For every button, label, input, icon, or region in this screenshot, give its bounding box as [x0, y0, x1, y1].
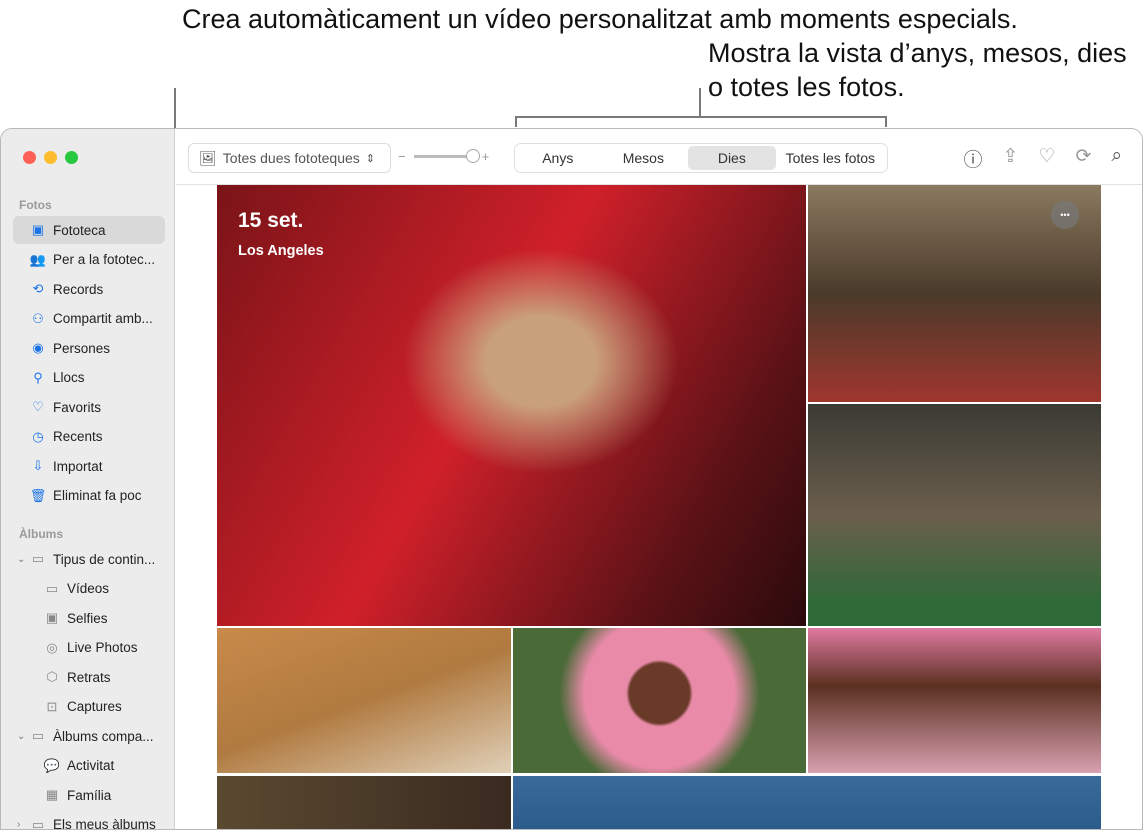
sidebar-item-favorits[interactable]: ♡ Favorits: [13, 393, 165, 421]
chevron-down-icon[interactable]: ⌄: [17, 554, 25, 565]
shared-icon: ⚇: [32, 310, 44, 326]
slider-knob[interactable]: [465, 149, 480, 163]
info-icon[interactable]: ⓘ: [963, 145, 982, 172]
callout-bracket: [885, 116, 887, 127]
minimize-button[interactable]: [44, 151, 57, 164]
photo[interactable]: [217, 628, 511, 773]
section-albums: Àlbums: [19, 527, 64, 541]
sidebar-album-selfies[interactable]: ▣ Selfies: [13, 604, 165, 632]
photo[interactable]: [513, 628, 806, 773]
library-select[interactable]: 🖼 Totes dues fototeques ⇕: [188, 143, 391, 173]
heart-icon: ♡: [32, 399, 44, 414]
sidebar-album-activitat[interactable]: 💬 Activitat: [13, 752, 165, 780]
photo-featured[interactable]: 15 set. Los Angeles: [217, 185, 806, 626]
selfie-icon: ▣: [45, 610, 59, 625]
activity-icon: 💬: [43, 757, 61, 773]
photo-library-icon: ▣: [31, 222, 45, 237]
screenshot-icon: ⊡: [46, 698, 58, 714]
cube-icon: ⬡: [46, 669, 58, 684]
map-pin-icon: ⚲: [33, 369, 43, 385]
person-icon: ◉: [32, 340, 44, 355]
rotate-icon[interactable]: ⟳: [1075, 145, 1091, 172]
sidebar-item-importat[interactable]: ⇩ Importat: [13, 452, 165, 480]
chevron-updown-icon: ⇕: [365, 152, 375, 165]
callout-view-tabs: Mostra la vista d’anys, mesos, dies o to…: [708, 38, 1127, 102]
day-date: 15 set.: [238, 209, 304, 232]
section-fotos: Fotos: [19, 198, 52, 212]
sidebar-album-captures[interactable]: ⊡ Captures: [13, 693, 165, 721]
toolbar: 🖼 Totes dues fototeques ⇕ − + Anys Mesos Di…: [176, 129, 1142, 185]
sidebar-album-els-meus-lbums[interactable]: › ▭ Els meus àlbums: [13, 811, 165, 830]
sidebar-item-eliminat-fa-poc[interactable]: 🗑 Eliminat fa poc: [13, 482, 165, 510]
chevron-right-icon[interactable]: ›: [17, 819, 20, 829]
live-photo-icon: ◎: [46, 639, 58, 655]
import-icon: ⇩: [32, 458, 44, 473]
photo-library-icon: 🖼: [199, 149, 217, 166]
photo[interactable]: •••: [808, 185, 1101, 402]
sidebar-item-records[interactable]: ⟲ Records: [13, 275, 165, 303]
callout-line: [699, 88, 701, 118]
view-tabs: Anys Mesos Dies Totes les fotos: [514, 143, 888, 173]
sidebar-item-fototeca[interactable]: ▣ Fototeca: [13, 216, 165, 244]
day-location: Los Angeles: [238, 243, 324, 259]
sidebar-album-fam-lia[interactable]: ▦ Família: [13, 781, 165, 809]
callout-bracket: [515, 116, 517, 127]
sidebar: Fotos ▣ Fototeca 👥 Per a la fototec... ⟲ Reco…: [1, 129, 175, 829]
folder-icon: ▭: [31, 551, 45, 566]
photo[interactable]: [808, 404, 1101, 626]
tab-dies[interactable]: Dies: [688, 146, 776, 170]
zoom-slider[interactable]: − +: [398, 149, 489, 164]
sidebar-album-tipus-de-contin-[interactable]: ⌄ ▭ Tipus de contin...: [13, 545, 165, 573]
sidebar-item-compartit-amb-[interactable]: ⚇ Compartit amb...: [13, 305, 165, 333]
photo[interactable]: [513, 776, 1101, 829]
people-icon: 👥: [29, 251, 47, 267]
tab-anys[interactable]: Anys: [517, 146, 599, 170]
sidebar-album--lbums-compa-[interactable]: ⌄ ▭ Àlbums compa...: [13, 722, 165, 750]
chevron-down-icon[interactable]: ⌄: [17, 731, 25, 742]
zoom-button[interactable]: [65, 151, 78, 164]
folder-icon: ▭: [31, 816, 45, 830]
sidebar-item-persones[interactable]: ◉ Persones: [13, 334, 165, 362]
sidebar-album-live-photos[interactable]: ◎ Live Photos: [13, 634, 165, 662]
trash-icon: 🗑: [29, 487, 47, 503]
more-button[interactable]: •••: [1051, 201, 1079, 229]
sidebar-item-recents[interactable]: ◷ Recents: [13, 423, 165, 451]
photos-window: Fotos ▣ Fototeca 👥 Per a la fototec... ⟲ Reco…: [0, 128, 1143, 830]
clock-icon: ◷: [32, 428, 44, 444]
album-thumbnail-icon: ▦: [45, 787, 59, 802]
photo[interactable]: [808, 628, 1101, 773]
video-icon: ▭: [45, 580, 59, 596]
share-icon[interactable]: ⇪: [1002, 145, 1018, 172]
heart-icon[interactable]: ♡: [1038, 145, 1055, 172]
window-controls: [23, 151, 78, 164]
close-button[interactable]: [23, 151, 36, 164]
sidebar-album-retrats[interactable]: ⬡ Retrats: [13, 663, 165, 691]
shared-album-icon: ▭: [31, 728, 45, 743]
sidebar-album-v-deos[interactable]: ▭ Vídeos: [13, 575, 165, 603]
search-icon[interactable]: ⌕: [1111, 145, 1122, 172]
callout-bracket: [515, 116, 887, 118]
sidebar-item-per-a-la-fototec-[interactable]: 👥 Per a la fototec...: [13, 246, 165, 274]
sidebar-item-llocs[interactable]: ⚲ Llocs: [13, 364, 165, 392]
tab-mesos[interactable]: Mesos: [599, 146, 689, 170]
callout-memories: Crea automàticament un vídeo personalitz…: [182, 4, 1018, 34]
memories-icon: ⟲: [32, 281, 44, 296]
photo[interactable]: [217, 776, 511, 829]
tab-totes-les-fotos[interactable]: Totes les fotos: [776, 146, 885, 170]
